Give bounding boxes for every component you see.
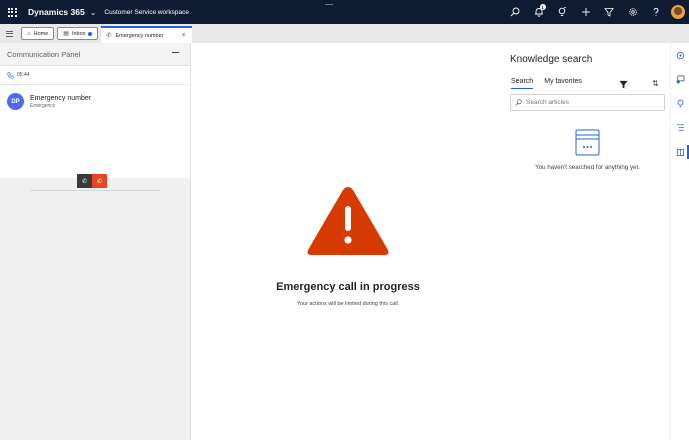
- home-icon: ⌂: [27, 30, 31, 37]
- knowledge-search-pane: Knowledge search Search My favorites ⇅ Y…: [505, 43, 670, 440]
- caller-subtitle: Emergency: [30, 102, 56, 109]
- communication-panel: Communication Panel 05:44 DP Emergency n…: [0, 43, 191, 440]
- plus-icon[interactable]: [574, 0, 598, 24]
- search-icon[interactable]: [504, 0, 528, 24]
- end-call-button[interactable]: ✆: [92, 174, 107, 188]
- caller-name: Emergency number: [30, 94, 92, 102]
- hold-call-button[interactable]: ✆: [77, 174, 92, 188]
- caller-avatar: DP: [7, 93, 24, 110]
- divider: [30, 190, 160, 191]
- hamburger-menu-icon[interactable]: [0, 24, 18, 43]
- productivity-rail: [670, 43, 689, 440]
- tab-my-favorites[interactable]: My favorites: [544, 78, 582, 89]
- warning-icon: [307, 187, 389, 255]
- tab-inbox[interactable]: ▤ Inbox: [57, 27, 99, 40]
- call-card: 05:44 DP Emergency number Emergency: [0, 65, 190, 178]
- phone-icon: ✆: [106, 33, 112, 39]
- avatar[interactable]: [671, 5, 685, 19]
- tab-emergency-label: Emergency number: [115, 32, 164, 39]
- session-tab-row: ⌂ Home ▤ Inbox ✆ Emergency number ×: [0, 24, 689, 43]
- help-icon[interactable]: [645, 0, 669, 24]
- lightbulb-icon[interactable]: [551, 0, 575, 24]
- app-launcher-icon[interactable]: [2, 0, 22, 24]
- smart-assist-icon[interactable]: [674, 49, 686, 61]
- gear-icon[interactable]: [621, 0, 645, 24]
- search-icon: [515, 99, 522, 106]
- lightbulb-icon[interactable]: [674, 97, 686, 109]
- filter-icon[interactable]: [619, 80, 628, 89]
- search-articles-field[interactable]: [510, 94, 665, 111]
- main-area: Emergency call in progress Your actions …: [191, 43, 505, 440]
- close-icon[interactable]: ×: [181, 32, 185, 39]
- bell-icon[interactable]: 1: [527, 0, 551, 24]
- communication-panel-header: Communication Panel: [0, 43, 190, 65]
- sort-icon[interactable]: ⇅: [652, 79, 659, 88]
- emergency-subtitle: Your actions will be limited during this…: [296, 301, 400, 307]
- tab-home-label: Home: [33, 30, 49, 37]
- phone-icon: [7, 71, 14, 79]
- filter-icon[interactable]: [598, 0, 622, 24]
- inbox-icon: ▤: [63, 31, 69, 37]
- knowledge-search-title: Knowledge search: [510, 54, 593, 65]
- tab-search[interactable]: Search: [511, 78, 534, 89]
- list-icon[interactable]: [674, 121, 686, 133]
- call-controls: ✆ ✆: [77, 174, 107, 188]
- presence-indicator: [677, 9, 682, 14]
- minimize-icon[interactable]: [172, 52, 179, 53]
- call-duration: 05:44: [17, 72, 30, 78]
- workspace-name: Customer Service workspace: [104, 8, 189, 16]
- top-notch: [325, 4, 333, 5]
- caller-info: DP Emergency number Emergency: [0, 85, 190, 110]
- call-timer: 05:44: [0, 66, 190, 85]
- knowledge-book-icon[interactable]: [674, 146, 686, 158]
- chat-icon[interactable]: [674, 73, 686, 85]
- brand-name[interactable]: Dynamics 365: [28, 7, 85, 17]
- notification-badge: 1: [539, 4, 546, 10]
- emergency-title: Emergency call in progress: [276, 281, 420, 293]
- unread-dot: [88, 31, 93, 36]
- tab-inbox-label: Inbox: [71, 30, 86, 37]
- empty-search-message: You haven't searched for anything yet.: [535, 164, 640, 171]
- empty-folder-icon: [575, 129, 600, 156]
- communication-panel-title: Communication Panel: [7, 49, 81, 59]
- chevron-down-icon[interactable]: ⌄: [90, 8, 97, 17]
- top-bar: Dynamics 365 ⌄ Customer Service workspac…: [0, 0, 689, 24]
- knowledge-tabs: Search My favorites: [511, 78, 582, 89]
- tab-emergency-number[interactable]: ✆ Emergency number ×: [101, 26, 192, 43]
- tab-home[interactable]: ⌂ Home: [21, 27, 55, 40]
- search-articles-input[interactable]: [526, 99, 656, 106]
